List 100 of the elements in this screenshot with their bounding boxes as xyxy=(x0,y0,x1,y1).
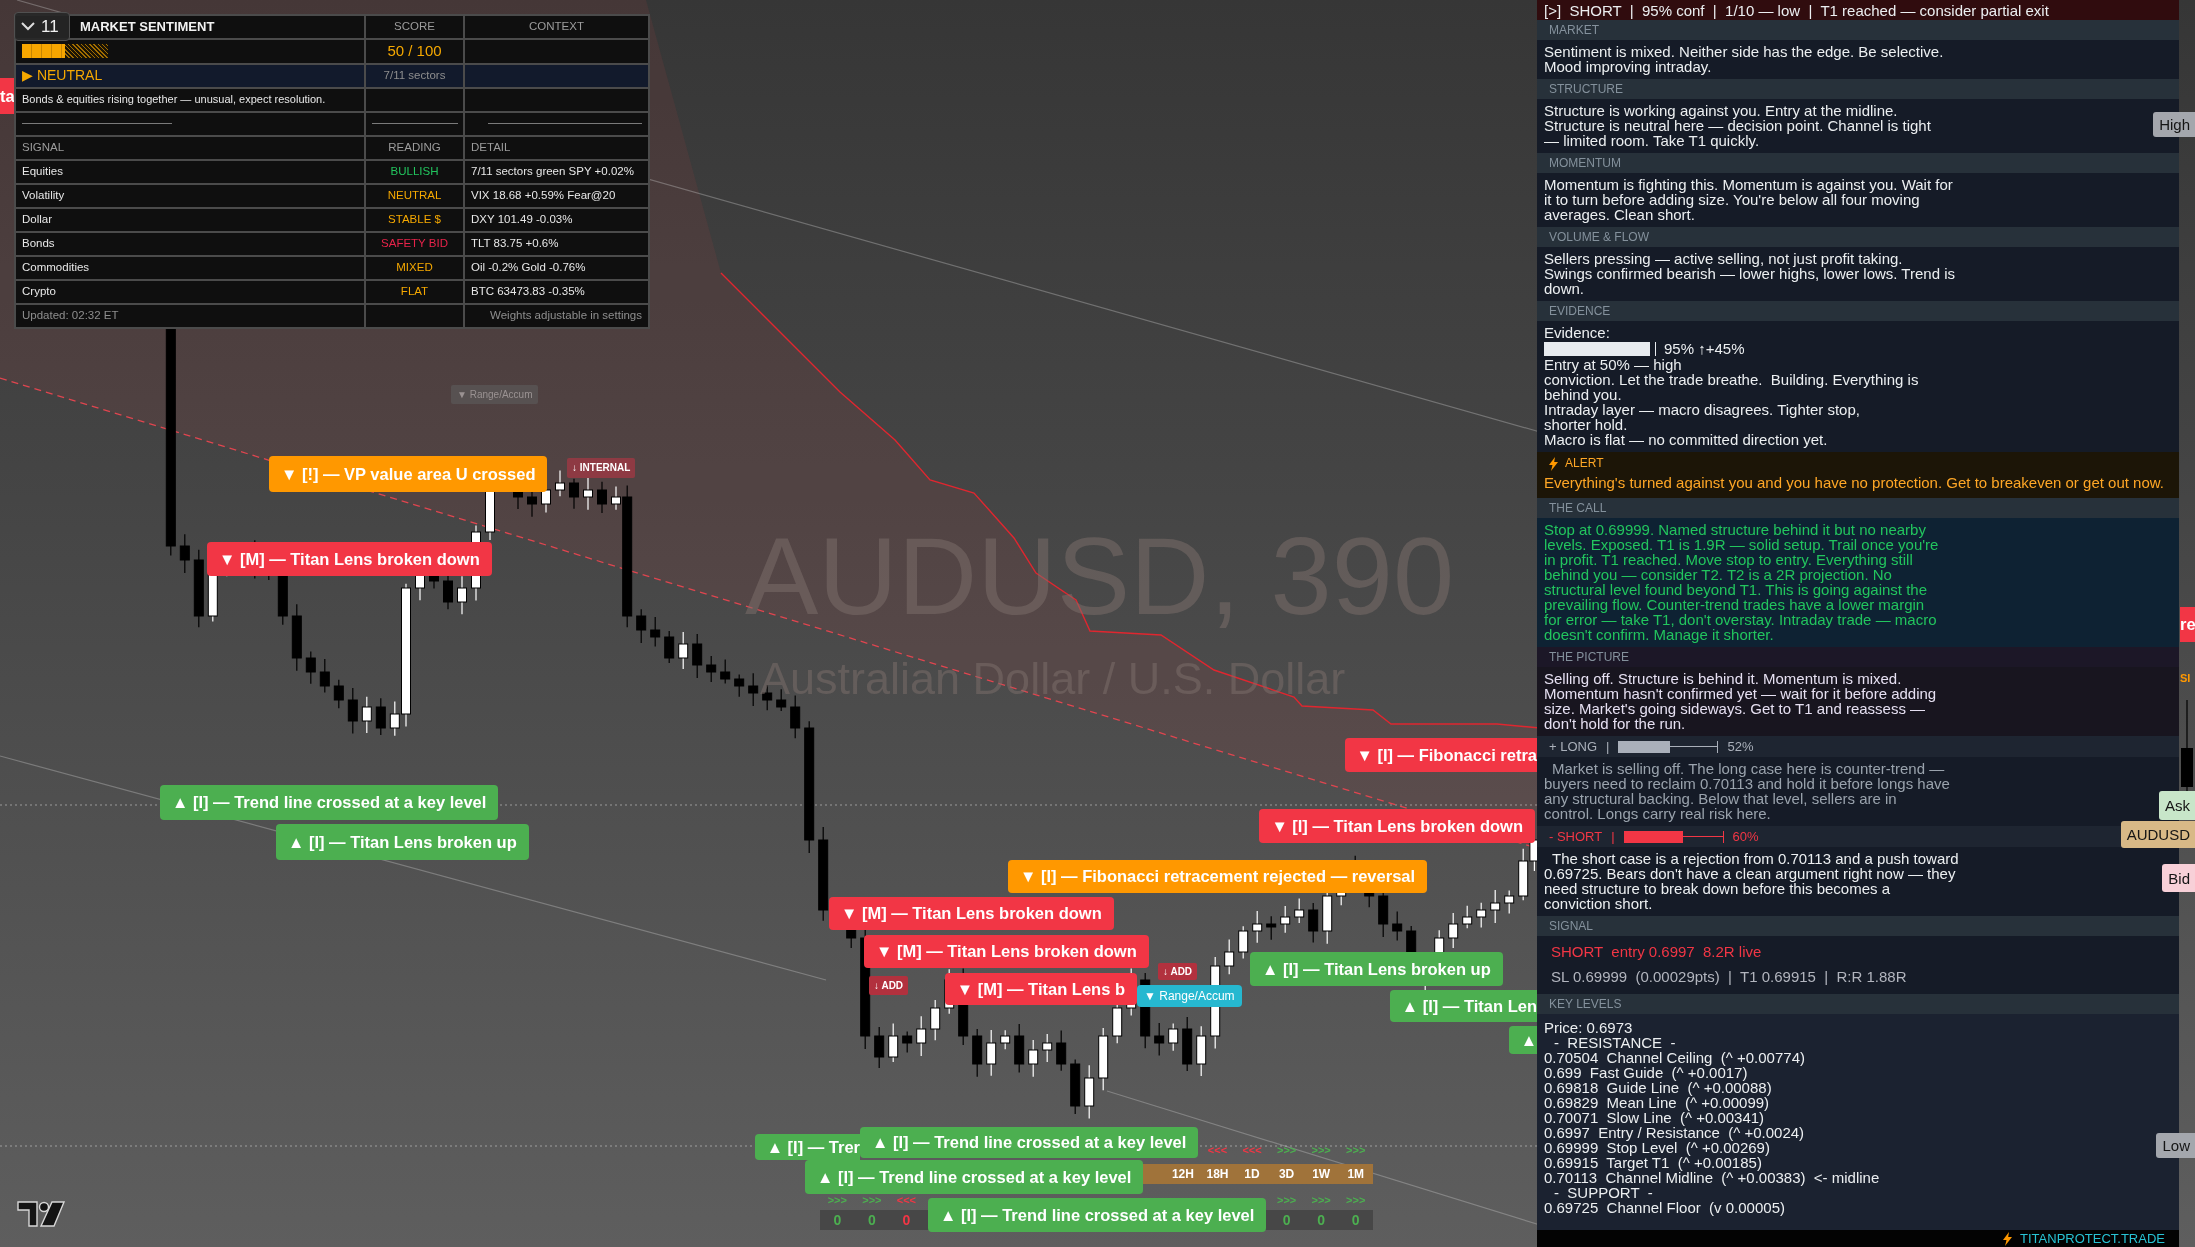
chart-label: ▲ [I] — Trend line crossed at a key level xyxy=(928,1198,1267,1232)
chart-label: ▼ [I] — Fibonacci retracement rejected — reversal xyxy=(1008,860,1428,893)
reading-cell: SAFETY BID xyxy=(365,231,464,256)
section-header: THE PICTURE xyxy=(1537,647,2179,667)
case-text: The short case is a rejection from 0.70113 and a push toward 0.69725. Bears don't have a clean argument right now — they need structure to break down before this becomes a conviction short. xyxy=(1544,851,1959,911)
chart-label: ▲ [I] — Titan Lens broken up xyxy=(1250,952,1503,986)
chart-label: ▲ [I] — Titan Len xyxy=(1389,990,1537,1022)
picture-text: Selling off. Structure is behind it. Momentum is mixed. Momentum hasn't confirmed yet — wait for it before adding size. Market's going sideways. Get to T1 and reassess — don't hold for the run. xyxy=(1544,671,1937,731)
chevron-down-icon xyxy=(21,22,35,31)
section-header: SIGNAL xyxy=(1537,916,2179,936)
reading-cell: STABLE $ xyxy=(365,207,464,232)
table-cell: Oil -0.2% Gold -0.76% xyxy=(464,255,649,280)
table-cell: VIX 18.68 +0.59% Fear@20 xyxy=(464,183,649,208)
section-text: Sentiment is mixed. Neither side has the edge. Be selective. Mood improving intraday. xyxy=(1544,44,1944,74)
score-value: 50 / 100 xyxy=(365,39,464,64)
chart-label: ▼ [M] — Titan Lens broken down xyxy=(829,897,1114,930)
chart-tag: ↓ ADD xyxy=(869,976,909,995)
chart-label: ▼ [I] — Titan Lens broken down xyxy=(1259,809,1535,843)
chart-label: re xyxy=(2180,607,2195,642)
table-cell: Volatility xyxy=(15,183,365,208)
section-header: VOLUME & FLOW xyxy=(1537,227,2179,247)
lightning-icon xyxy=(2003,1231,2013,1246)
trend-arrows: >>> xyxy=(826,1194,848,1206)
level-heading: - SUPPORT - xyxy=(1553,1185,1653,1200)
table-cell: Commodities xyxy=(15,255,365,280)
trend-arrows: <<< xyxy=(1206,1142,1229,1158)
signal-count: 0 xyxy=(1350,1210,1361,1230)
signal-count: 0 xyxy=(1316,1210,1327,1230)
timeframe-label: 1W xyxy=(1311,1166,1332,1183)
column-header: SIGNAL xyxy=(15,135,365,160)
status-banner: [>] SHORT | 95% conf | 1/10 — low | T1 reached — consider partial exit xyxy=(1537,0,2179,20)
case-text: Market is selling off. The long case here is counter-trend — buyers need to reclaim 0.70113 and hold it before longs have any structural backing. Below that level, sellers are in control. Longs carry real risk here. xyxy=(1544,761,1950,821)
signal-risk: SL 0.69999 (0.00029pts) | T1 0.69915 | R:R 1.88R xyxy=(1551,967,1907,987)
table-cell: Equities xyxy=(15,159,365,184)
call-text: Stop at 0.69999. Named structure behind it but no nearby levels. Exposed. T1 is 1.9R — solid setup. Trail once you're in profit. T1 reached. Move stop to entry. Everything still behind you — consider T2. T2 is a 2R projection. No structural level found beyond T1. This is going against the prevailing flow. Counter-trend trades have a lower margin for error — take T1, don't overstay. Intraday trade — macro doesn't confirm. Manage it shorter. xyxy=(1544,522,1939,642)
reading-cell: BULLISH xyxy=(365,159,464,184)
price-tag: Bid xyxy=(2162,864,2195,892)
column-header: READING xyxy=(365,135,464,160)
price-tag: Low xyxy=(2156,1133,2195,1158)
trend-arrows: >>> xyxy=(1345,1194,1367,1206)
trend-arrows: >>> xyxy=(1310,1142,1332,1158)
timeframe-label: 3D xyxy=(1277,1166,1296,1183)
mood-label: ▶ NEUTRAL xyxy=(15,63,365,88)
trend-arrows: >>> xyxy=(1275,1194,1298,1206)
table-cell: TLT 83.75 +0.6% xyxy=(464,231,649,256)
timeframe-label: 18H xyxy=(1205,1166,1230,1183)
column-header: DETAIL xyxy=(464,135,649,160)
brand-text: TITANPROTECT.TRADE xyxy=(2020,1231,2165,1246)
signal-count: 0 xyxy=(866,1210,877,1230)
chart-label: ▲ [I] — Titan Lens broken up xyxy=(276,824,529,860)
logo-icon xyxy=(17,1201,66,1227)
level-line: 0.69725 Channel Floor (v 0.00005) xyxy=(1544,1200,1785,1215)
reading-cell: NEUTRAL xyxy=(365,183,464,208)
column-header: CONTEXT xyxy=(464,15,649,39)
table-cell: 7/11 sectors green SPY +0.02% xyxy=(464,159,649,184)
table-cell: Crypto xyxy=(15,279,365,304)
chart-label: ▼ Range/Accum xyxy=(1137,985,1242,1007)
trend-arrows: >>> xyxy=(1275,1142,1298,1158)
trend-arrows: <<< xyxy=(1241,1142,1263,1158)
level-line: Price: 0.6973 xyxy=(1544,1020,1633,1035)
chart-label: ▲ [I] — Trer xyxy=(754,1134,860,1160)
timeframe-label: 1M xyxy=(1346,1166,1366,1183)
chart-label: ▼ Range/Accum xyxy=(451,385,539,404)
trend-arrows: >>> xyxy=(1345,1142,1367,1158)
trend-arrows: >>> xyxy=(1310,1194,1332,1206)
chart-label: ▼ [I] — Fibonacci retra xyxy=(1344,738,1537,772)
level-line: 0.70113 Channel Midline (^ +0.00383) <- midline xyxy=(1544,1170,1880,1185)
evidence-text: Entry at 50% — high conviction. Let the trade breathe. Building. Everything is behind you. Intraday layer — macro disagrees. Tighter stop, shorter hold. Macro is flat — no committed direction yet. xyxy=(1544,357,1919,447)
chart-label: ▼ [M] — Titan Lens b xyxy=(944,973,1137,1005)
table-cell: DXY 101.49 -0.03% xyxy=(464,207,649,232)
table-cell: BTC 63473.83 -0.35% xyxy=(464,279,649,304)
chart-label: ▼ [M] — Titan Lens broken down xyxy=(207,542,492,576)
signal-count: 0 xyxy=(901,1210,912,1230)
section-header: STRUCTURE xyxy=(1537,79,2179,99)
column-header: SCORE xyxy=(365,15,464,39)
footnote-text: Weights adjustable in settings xyxy=(464,303,649,328)
separator-text: | xyxy=(1611,829,1615,844)
collapse-toggle[interactable]: 11 xyxy=(14,12,70,41)
case-label: - SHORT xyxy=(1549,829,1603,844)
separator-text: | xyxy=(1606,739,1610,754)
reading-cell: MIXED xyxy=(365,255,464,280)
chart-label: ▲ xyxy=(1508,1026,1537,1054)
chart-text: SI xyxy=(2180,670,2191,686)
lightning-icon xyxy=(1549,456,1558,471)
note-text: Bonds & equities rising together — unusual, expect resolution. xyxy=(15,87,365,112)
timeframe-label: 12H xyxy=(1170,1166,1195,1183)
signal-count: 0 xyxy=(1281,1210,1292,1230)
section-text: Sellers pressing — active selling, not just profit taking. Swings confirmed bearish — lower highs, lower lows. Trend is down. xyxy=(1544,251,1955,296)
section-text: Structure is working against you. Entry at the midline. Structure is neutral here — decision point. Channel is tight — limited room. Take T1 quickly. xyxy=(1544,103,1931,148)
section-header: MARKET xyxy=(1537,20,2179,40)
chart-label: ▼ [!] — VP value area U crossed xyxy=(269,456,548,492)
updated-time: Updated: 02:32 ET xyxy=(15,303,365,328)
signal-entry: SHORT entry 0.6997 8.2R live xyxy=(1551,942,1762,962)
reading-cell: FLAT xyxy=(365,279,464,304)
section-header: EVIDENCE xyxy=(1537,301,2179,321)
section-header: MOMENTUM xyxy=(1537,153,2179,173)
price-tag: Ask xyxy=(2159,791,2195,820)
evidence-reading: 95% ↑+45% xyxy=(1664,341,1745,356)
case-reading: 60% xyxy=(1732,829,1759,844)
section-header: THE CALL xyxy=(1537,498,2179,518)
